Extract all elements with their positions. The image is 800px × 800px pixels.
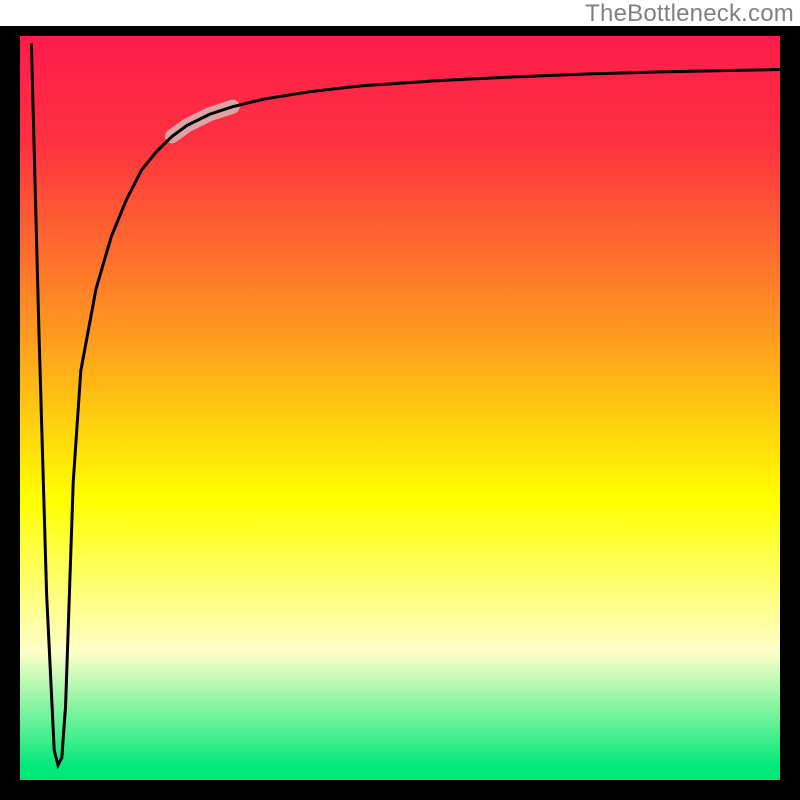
gradient-background (10, 26, 790, 790)
attribution-label: TheBottleneck.com (585, 0, 794, 28)
bottleneck-chart (0, 26, 800, 800)
chart-container: TheBottleneck.com (0, 0, 800, 800)
